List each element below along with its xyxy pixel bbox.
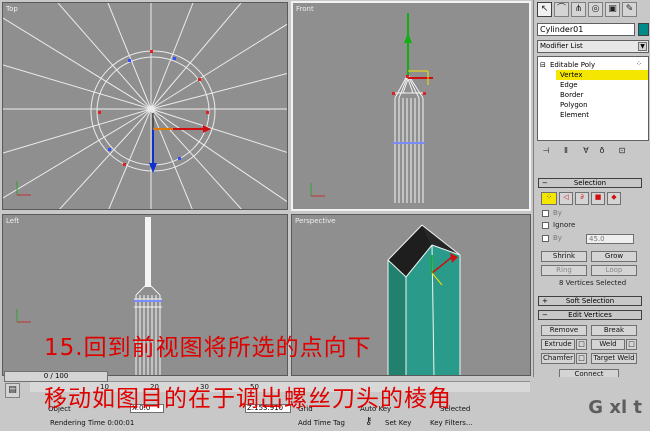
- border-select-icon[interactable]: ∂: [575, 192, 589, 205]
- by-vertex-checkbox[interactable]: [542, 210, 549, 217]
- selection-status: 8 Vertices Selected: [559, 279, 627, 287]
- pin-stack-icon[interactable]: ⊣: [539, 144, 553, 157]
- by-angle-label: By: [553, 234, 562, 242]
- expand-plus-icon: +: [542, 297, 548, 305]
- key-filters-button[interactable]: Key Filters...: [430, 419, 473, 427]
- ignore-backfacing-checkbox[interactable]: [542, 222, 549, 229]
- polygon-select-icon[interactable]: ■: [591, 192, 605, 205]
- modify-icon[interactable]: ⌒: [554, 2, 569, 17]
- object-color-swatch[interactable]: [638, 23, 649, 36]
- rollout-soft-selection[interactable]: + Soft Selection: [538, 296, 642, 306]
- loop-button[interactable]: Loop: [591, 265, 637, 276]
- modifier-stack: ⊟ Editable Poly Vertex Edge Border Polyg…: [537, 56, 649, 141]
- key-icon: ⚷: [365, 416, 373, 427]
- stack-item-polygon[interactable]: Polygon: [560, 100, 588, 110]
- ring-button[interactable]: Ring: [541, 265, 587, 276]
- shrink-button[interactable]: Shrink: [541, 251, 587, 262]
- break-button[interactable]: Break: [591, 325, 637, 336]
- display-icon[interactable]: ▣: [605, 2, 620, 17]
- front-view-mesh: [310, 13, 433, 203]
- ignore-backfacing-label: Ignore: [553, 221, 576, 229]
- element-select-icon[interactable]: ◆: [607, 192, 621, 205]
- pointer-icon[interactable]: ↖: [537, 2, 552, 17]
- modifier-list-label: Modifier List: [540, 42, 583, 50]
- watermark: G xl t: [588, 397, 642, 418]
- stack-item-border[interactable]: Border: [560, 90, 583, 100]
- viewport-top[interactable]: Top: [2, 2, 288, 210]
- motion-icon[interactable]: ◎: [588, 2, 603, 17]
- rollout-selection[interactable]: − Selection: [538, 178, 642, 188]
- rendering-time: Rendering Time 0:00:01: [50, 419, 135, 427]
- viewport-front[interactable]: Front: [291, 1, 531, 211]
- hierarchy-icon[interactable]: ⋔: [571, 2, 586, 17]
- weld-settings-icon[interactable]: □: [626, 339, 637, 350]
- utilities-icon[interactable]: ✎: [622, 2, 637, 17]
- angle-spinner[interactable]: 45.0: [586, 234, 634, 244]
- collapse-minus-icon: −: [542, 179, 548, 187]
- remove-modifier-icon[interactable]: ð: [595, 144, 609, 157]
- object-name-field[interactable]: Cylinder01: [537, 23, 635, 36]
- configure-sets-icon[interactable]: ⊡: [615, 144, 629, 157]
- extrude-settings-icon[interactable]: □: [576, 339, 587, 350]
- rollout-edit-vertices-title: Edit Vertices: [568, 311, 612, 319]
- chamfer-button[interactable]: Chamfer: [541, 353, 575, 364]
- stack-item-element[interactable]: Element: [560, 110, 589, 120]
- stack-item-vertex[interactable]: Vertex: [556, 70, 648, 80]
- chevron-down-icon[interactable]: ▼: [638, 42, 647, 51]
- chamfer-settings-icon[interactable]: □: [576, 353, 587, 364]
- make-unique-icon[interactable]: ∀: [579, 144, 593, 157]
- target-weld-button[interactable]: Target Weld: [591, 353, 637, 364]
- caption-line-1: 15.回到前视图将所选的点向下: [44, 335, 372, 361]
- vertex-select-icon[interactable]: ⁘: [541, 192, 557, 205]
- stack-item-edge[interactable]: Edge: [560, 80, 578, 90]
- by-angle-checkbox[interactable]: [542, 235, 549, 242]
- weld-button[interactable]: Weld: [591, 339, 625, 350]
- by-vertex-label: By: [553, 209, 562, 217]
- rollout-soft-selection-title: Soft Selection: [565, 297, 615, 305]
- show-end-result-icon[interactable]: Ⅱ: [559, 144, 573, 157]
- edge-select-icon[interactable]: ◁: [559, 192, 573, 205]
- set-key-button[interactable]: Set Key: [385, 419, 411, 427]
- expand-minus-icon[interactable]: ⊟: [540, 60, 546, 70]
- stack-buttons: ⊣ Ⅱ ∀ ð ⊡: [537, 144, 649, 158]
- rollout-edit-vertices[interactable]: − Edit Vertices: [538, 310, 642, 320]
- collapse-minus-icon: −: [542, 311, 548, 319]
- extrude-button[interactable]: Extrude: [541, 339, 575, 350]
- remove-button[interactable]: Remove: [541, 325, 587, 336]
- vertex-subobject-icon: ⁘: [636, 60, 642, 68]
- caption-line-2: 移动如图目的在于调出螺丝刀头的棱角: [44, 386, 452, 412]
- modifier-list-dropdown[interactable]: Modifier List ▼: [537, 40, 649, 53]
- rollout-selection-title: Selection: [573, 179, 607, 187]
- top-view-mesh: [3, 3, 287, 209]
- add-time-tag[interactable]: Add Time Tag: [298, 419, 345, 427]
- mini-listener-icon[interactable]: ▤: [5, 383, 20, 398]
- grow-button[interactable]: Grow: [591, 251, 637, 262]
- stack-item-editable-poly[interactable]: Editable Poly: [550, 60, 595, 70]
